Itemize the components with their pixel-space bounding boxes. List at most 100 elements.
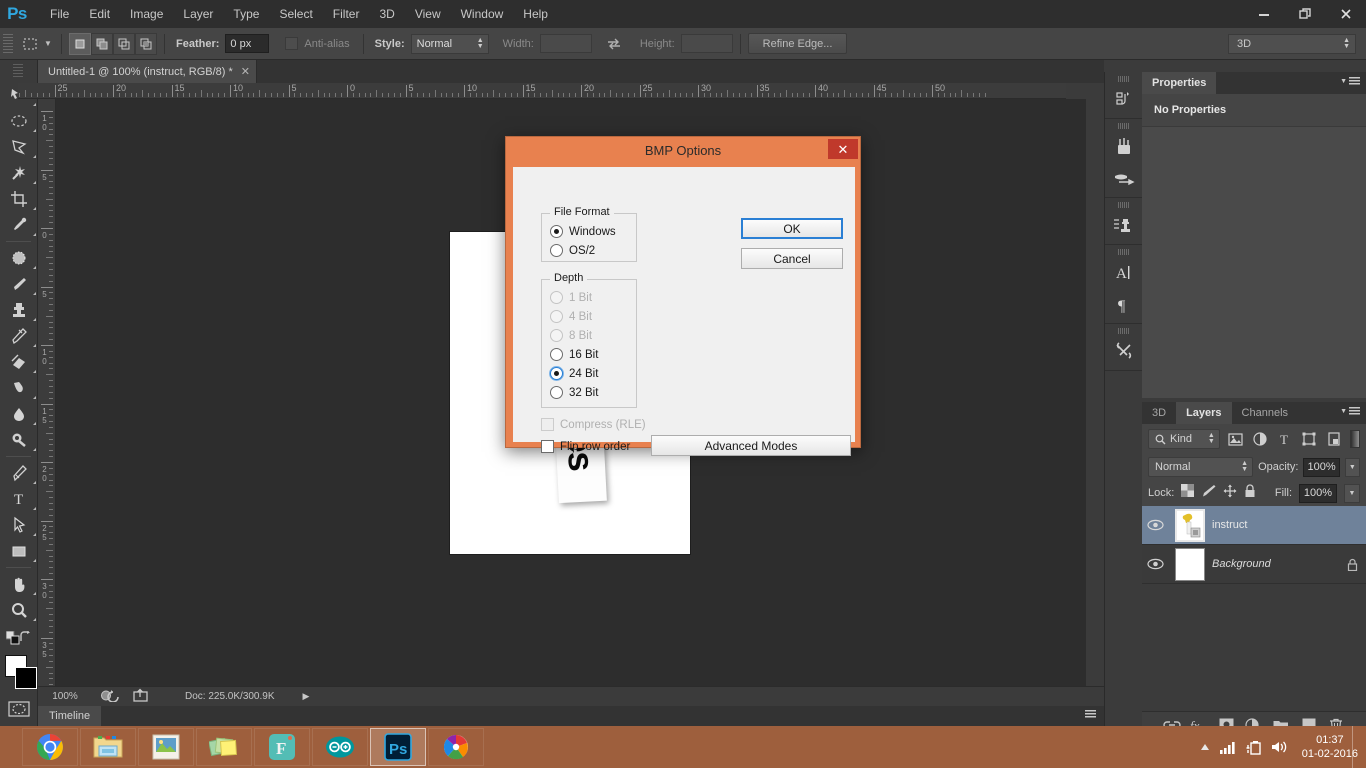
layers-panel-menu-icon[interactable]: ▼	[1340, 407, 1360, 416]
taskbar-paint-net-icon[interactable]	[428, 728, 484, 766]
refine-edge-button[interactable]: Refine Edge...	[747, 33, 848, 54]
taskbar-chrome-icon[interactable]	[22, 728, 78, 766]
intersect-selection-icon[interactable]	[135, 32, 157, 55]
layer-visibility-icon[interactable]	[1142, 558, 1168, 570]
menu-help[interactable]: Help	[513, 3, 558, 25]
lasso-tool[interactable]	[0, 134, 38, 160]
layer-name[interactable]: Background	[1212, 558, 1338, 570]
path-selection-tool[interactable]	[0, 512, 38, 538]
filter-pixel-icon[interactable]	[1226, 429, 1245, 449]
flip-row-order-checkbox-row[interactable]: Flip row order	[541, 440, 630, 453]
eraser-tool[interactable]	[0, 349, 38, 375]
tool-preset-chevron-down-icon[interactable]: ▼	[42, 33, 54, 55]
layer-name[interactable]: instruct	[1212, 519, 1338, 531]
style-select[interactable]: Normal ▲ ▼	[410, 33, 489, 54]
menu-file[interactable]: File	[40, 3, 79, 25]
menu-filter[interactable]: Filter	[323, 3, 370, 25]
radio-os2-indicator[interactable]	[550, 244, 563, 257]
swap-colors-icon[interactable]	[19, 631, 32, 647]
gradient-tool[interactable]	[0, 375, 38, 401]
layer-visibility-icon[interactable]	[1142, 519, 1168, 531]
menu-edit[interactable]: Edit	[79, 3, 120, 25]
menu-window[interactable]: Window	[451, 3, 514, 25]
taskbar-file-explorer-icon[interactable]	[80, 728, 136, 766]
radio-os2[interactable]: OS/2	[542, 241, 636, 260]
radio-16-bit-indicator[interactable]	[550, 348, 563, 361]
close-icon[interactable]: ✕	[241, 65, 250, 78]
crop-tool[interactable]	[0, 186, 38, 212]
history-brush-tool[interactable]	[0, 323, 38, 349]
taskbar-fritzing-icon[interactable]: F	[254, 728, 310, 766]
hand-tool[interactable]	[0, 571, 38, 597]
options-bar-grip[interactable]	[3, 33, 13, 54]
antialias-checkbox[interactable]	[285, 37, 299, 50]
layer-thumbnail[interactable]	[1175, 508, 1205, 542]
close-icon[interactable]	[1325, 0, 1366, 28]
taskbar-sticky-notes-icon[interactable]	[196, 728, 252, 766]
tab-3d[interactable]: 3D	[1142, 402, 1177, 424]
close-icon[interactable]: ✕	[828, 139, 858, 159]
fill-value[interactable]: 100%	[1299, 483, 1337, 503]
tab-layers[interactable]: Layers	[1176, 402, 1232, 424]
clone-stamp-tool[interactable]	[0, 297, 38, 323]
filter-kind-select[interactable]: Kind ▲ ▼	[1148, 429, 1220, 449]
share-icon[interactable]	[133, 688, 149, 705]
menu-view[interactable]: View	[405, 3, 451, 25]
paragraph-icon[interactable]: ¶	[1105, 289, 1143, 321]
advanced-modes-button[interactable]: Advanced Modes	[651, 435, 851, 456]
spot-healing-brush-tool[interactable]	[0, 245, 38, 271]
eyedropper-tool[interactable]	[0, 212, 38, 238]
filter-toggle-switch[interactable]	[1349, 430, 1360, 448]
flip-row-order-checkbox[interactable]	[541, 440, 554, 453]
layer-thumbnail-wrap[interactable]	[1168, 508, 1212, 542]
timeline-panel-menu-icon[interactable]	[1085, 710, 1096, 719]
tab-channels[interactable]: Channels	[1231, 402, 1299, 424]
opacity-value[interactable]: 100%	[1303, 457, 1340, 477]
filter-smart-object-icon[interactable]	[1325, 429, 1344, 449]
restore-icon[interactable]	[1284, 0, 1325, 28]
radio-32-bit[interactable]: 32 Bit	[542, 383, 636, 402]
rail-grip[interactable]	[1117, 328, 1130, 334]
radio-24-bit-indicator[interactable]	[550, 367, 563, 380]
character-icon[interactable]: A	[1105, 257, 1143, 289]
lock-position-icon[interactable]	[1223, 484, 1237, 503]
fill-chevron-down-icon[interactable]: ▼	[1344, 483, 1360, 503]
rail-grip[interactable]	[1117, 123, 1130, 129]
radio-16-bit[interactable]: 16 Bit	[542, 345, 636, 364]
network-icon[interactable]	[1219, 741, 1237, 754]
tool-presets-icon[interactable]	[1105, 336, 1143, 368]
minimize-icon[interactable]	[1243, 0, 1284, 28]
brush-presets-icon[interactable]	[1105, 163, 1143, 195]
pen-tool[interactable]	[0, 460, 38, 486]
radio-24-bit[interactable]: 24 Bit	[542, 364, 636, 383]
show-hidden-icons-icon[interactable]	[1199, 742, 1211, 752]
clone-source-icon[interactable]	[1105, 210, 1143, 242]
battery-icon[interactable]	[1246, 740, 1262, 755]
filter-type-icon[interactable]: T	[1275, 429, 1294, 449]
radio-windows-indicator[interactable]	[550, 225, 563, 238]
table-row[interactable]: Background	[1142, 545, 1366, 584]
brush-tool[interactable]	[0, 271, 38, 297]
menu-image[interactable]: Image	[120, 3, 173, 25]
width-input[interactable]	[539, 34, 592, 53]
magic-wand-tool[interactable]	[0, 160, 38, 186]
taskbar-clock[interactable]: 01:37 01-02-2016	[1298, 733, 1358, 761]
brush-icon[interactable]	[1105, 131, 1143, 163]
show-desktop-button[interactable]	[1352, 726, 1358, 768]
height-input[interactable]	[680, 34, 733, 53]
menu-3d[interactable]: 3D	[369, 3, 404, 25]
filter-shape-icon[interactable]	[1300, 429, 1319, 449]
rail-grip[interactable]	[1117, 249, 1130, 255]
menu-layer[interactable]: Layer	[173, 3, 223, 25]
rectangular-marquee-icon[interactable]	[18, 33, 42, 55]
subtract-from-selection-icon[interactable]	[113, 32, 135, 55]
lock-all-icon[interactable]	[1244, 483, 1256, 503]
status-expand-icon[interactable]: ▶	[303, 691, 310, 702]
rectangle-tool[interactable]	[0, 538, 38, 564]
taskbar-arduino-icon[interactable]	[312, 728, 368, 766]
radio-32-bit-indicator[interactable]	[550, 386, 563, 399]
filter-adjustment-icon[interactable]	[1251, 429, 1270, 449]
swap-dimensions-icon[interactable]	[606, 37, 622, 51]
tools-panel-grip[interactable]	[13, 64, 23, 78]
workspace-select[interactable]: 3D ▲ ▼	[1228, 34, 1356, 54]
